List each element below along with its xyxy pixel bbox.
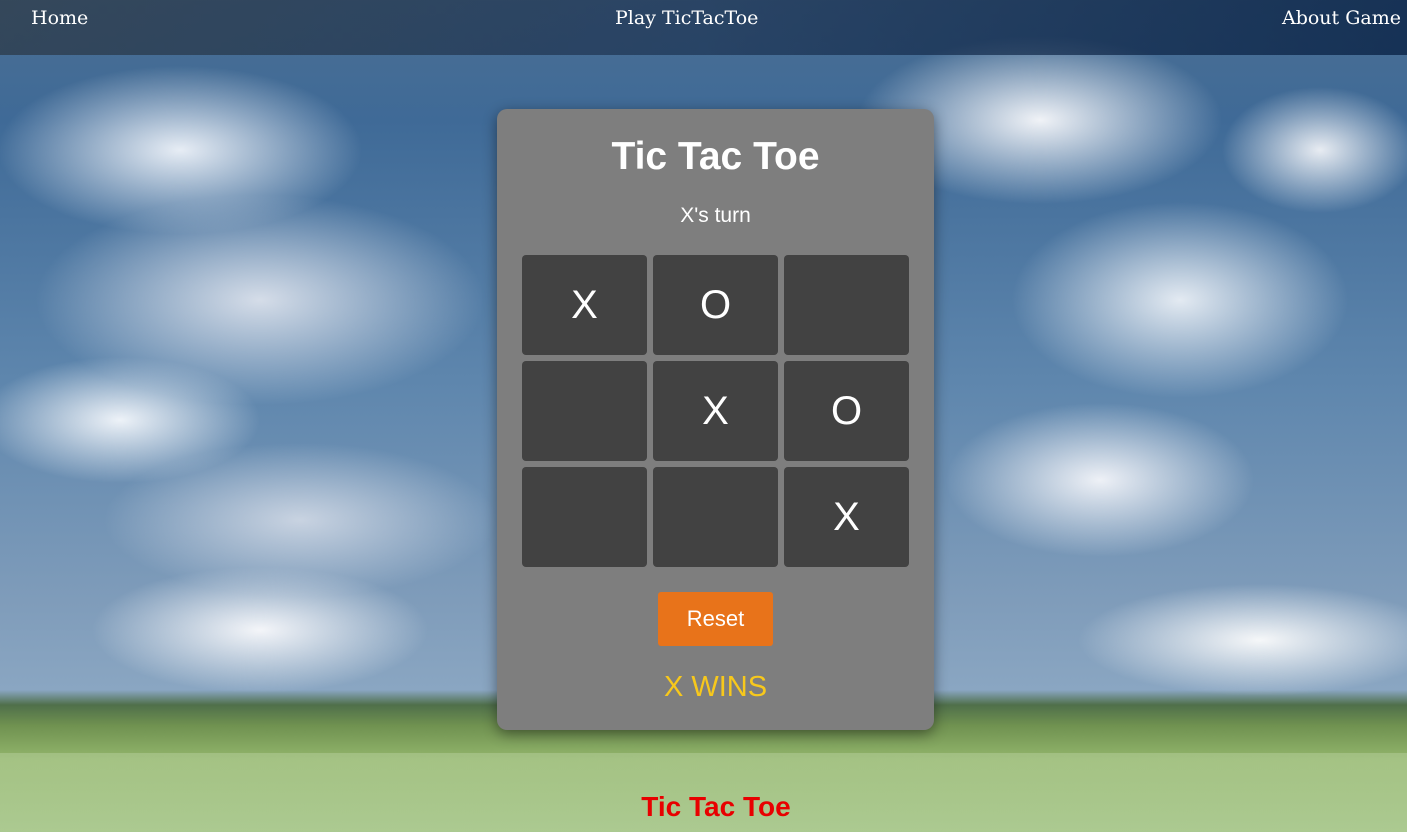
game-card: Tic Tac Toe X's turn X O X O X Reset X W… [497, 109, 934, 730]
nav-home-link[interactable]: Home [31, 6, 88, 30]
board-cell-r2c1[interactable] [522, 361, 647, 461]
reset-button[interactable]: Reset [658, 592, 773, 646]
board-cell-r3c3[interactable]: X [784, 467, 909, 567]
game-board: X O X O X [522, 255, 909, 567]
board-cell-r2c2[interactable]: X [653, 361, 778, 461]
board-cell-r3c1[interactable] [522, 467, 647, 567]
board-cell-r3c2[interactable] [653, 467, 778, 567]
turn-indicator: X's turn [680, 204, 751, 227]
board-cell-r1c1[interactable]: X [522, 255, 647, 355]
footer: Tic Tac Toe [0, 753, 1407, 832]
board-cell-r1c3[interactable] [784, 255, 909, 355]
nav-about-link[interactable]: About Game [1282, 6, 1401, 30]
board-cell-r1c2[interactable]: O [653, 255, 778, 355]
game-title: Tic Tac Toe [611, 135, 820, 178]
footer-title: Tic Tac Toe [641, 791, 791, 822]
nav-play-link[interactable]: Play TicTacToe [615, 6, 758, 30]
top-navigation-bar: Home Play TicTacToe About Game [0, 0, 1407, 55]
result-message: X WINS [663, 671, 768, 703]
board-cell-r2c3[interactable]: O [784, 361, 909, 461]
